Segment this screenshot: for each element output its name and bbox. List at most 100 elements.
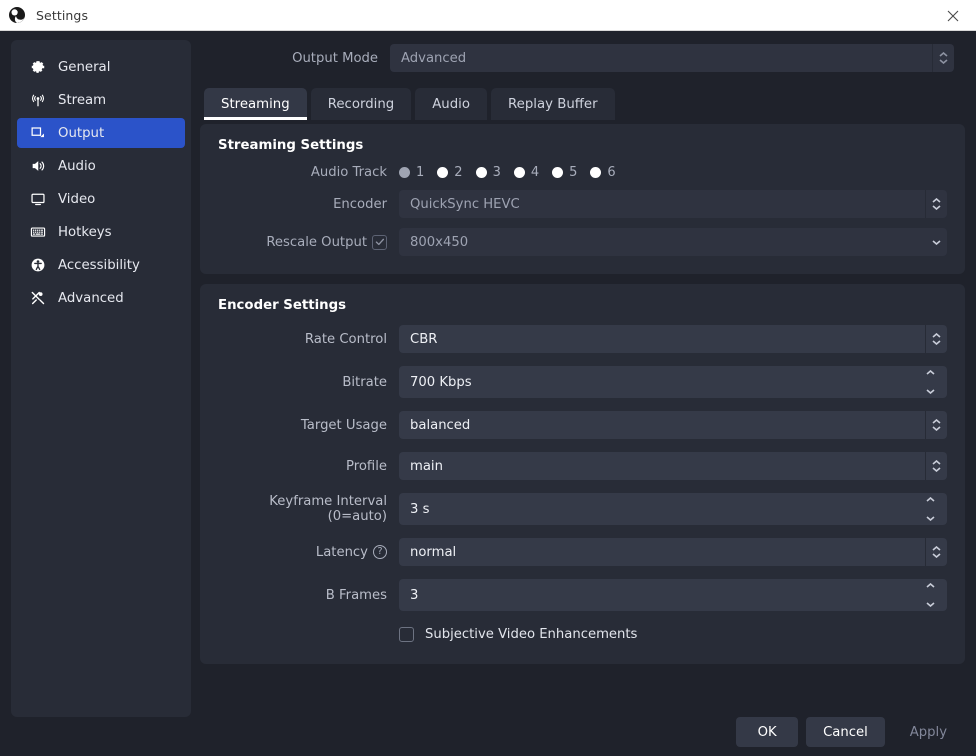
rate-control-select[interactable]: CBR bbox=[399, 325, 947, 353]
sidebar-item-label: Accessibility bbox=[58, 257, 140, 273]
output-tabs: Streaming Recording Audio Replay Buffer bbox=[200, 88, 965, 120]
tab-recording[interactable]: Recording bbox=[310, 88, 412, 120]
audio-track-radio-group: 1 2 3 4 5 6 bbox=[399, 165, 629, 180]
apply-button[interactable]: Apply bbox=[893, 717, 964, 747]
encoder-settings-panel: Encoder Settings Rate Control CBR Bitrat… bbox=[200, 284, 965, 664]
audio-track-option-3[interactable]: 3 bbox=[475, 165, 501, 180]
sidebar-item-label: General bbox=[58, 59, 111, 75]
window-title: Settings bbox=[36, 7, 89, 23]
b-frames-spinbox[interactable]: 3 bbox=[399, 579, 947, 611]
rescale-output-text: Rescale Output bbox=[266, 234, 367, 250]
radio-label: 2 bbox=[454, 165, 463, 180]
latency-select[interactable]: normal bbox=[399, 538, 947, 566]
tab-label: Replay Buffer bbox=[508, 96, 598, 112]
b-frames-label: B Frames bbox=[325, 587, 387, 603]
close-icon[interactable] bbox=[930, 0, 976, 31]
latency-label: Latency ? bbox=[209, 545, 399, 560]
spinner-arrows-icon[interactable] bbox=[926, 493, 940, 525]
keyframe-interval-value: 3 s bbox=[410, 501, 430, 517]
sidebar-item-accessibility[interactable]: Accessibility bbox=[17, 250, 185, 280]
streaming-settings-title: Streaming Settings bbox=[218, 138, 364, 153]
profile-select[interactable]: main bbox=[399, 452, 947, 480]
latency-text: Latency bbox=[315, 544, 368, 560]
spinner-arrows-icon[interactable] bbox=[926, 579, 940, 611]
rescale-output-checkbox[interactable] bbox=[372, 234, 387, 250]
radio-icon bbox=[552, 167, 564, 178]
updown-chevron-icon[interactable] bbox=[925, 411, 947, 439]
rescale-output-row: Rescale Output 800x450 bbox=[209, 228, 947, 256]
radio-label: 4 bbox=[530, 165, 540, 180]
target-usage-select[interactable]: balanced bbox=[399, 411, 947, 439]
updown-chevron-icon[interactable] bbox=[925, 452, 947, 480]
encoder-select[interactable]: QuickSync HEVC bbox=[399, 190, 947, 218]
subjective-enhancements-row: Subjective Video Enhancements bbox=[209, 627, 947, 642]
sidebar-item-advanced[interactable]: Advanced bbox=[17, 283, 185, 313]
latency-row: Latency ? normal bbox=[209, 538, 947, 566]
speaker-icon bbox=[29, 157, 47, 175]
audio-track-option-5[interactable]: 5 bbox=[552, 165, 577, 180]
b-frames-value: 3 bbox=[410, 587, 419, 603]
updown-chevron-icon[interactable] bbox=[925, 325, 947, 353]
audio-track-row: Audio Track 1 2 3 4 5 6 bbox=[209, 165, 947, 180]
b-frames-row: B Frames 3 bbox=[209, 579, 947, 611]
cancel-button[interactable]: Cancel bbox=[806, 717, 885, 747]
help-circle-icon[interactable]: ? bbox=[373, 545, 387, 559]
sidebar-item-audio[interactable]: Audio bbox=[17, 151, 185, 181]
keyframe-interval-spinbox[interactable]: 3 s bbox=[399, 493, 947, 525]
bitrate-spinbox[interactable]: 700 Kbps bbox=[399, 366, 947, 398]
tab-replay-buffer[interactable]: Replay Buffer bbox=[491, 88, 615, 120]
sidebar-item-hotkeys[interactable]: Hotkeys bbox=[17, 217, 185, 247]
rescale-output-label: Rescale Output bbox=[209, 234, 399, 250]
subjective-enhancements-control[interactable]: Subjective Video Enhancements bbox=[399, 627, 637, 642]
radio-icon bbox=[399, 167, 410, 178]
accessibility-icon bbox=[29, 256, 47, 274]
radio-icon bbox=[475, 167, 487, 178]
audio-track-option-4[interactable]: 4 bbox=[513, 165, 540, 180]
sidebar-item-label: Stream bbox=[58, 92, 107, 108]
sidebar-item-output[interactable]: Output bbox=[17, 118, 185, 148]
profile-label: Profile bbox=[345, 458, 387, 474]
output-screen-icon bbox=[29, 124, 47, 142]
sidebar-item-video[interactable]: Video bbox=[17, 184, 185, 214]
sidebar-item-label: Hotkeys bbox=[58, 224, 112, 240]
profile-value: main bbox=[410, 458, 443, 474]
encoder-settings-title: Encoder Settings bbox=[218, 298, 347, 313]
output-mode-label: Output Mode bbox=[292, 50, 378, 66]
subjective-enhancements-checkbox[interactable] bbox=[399, 627, 414, 642]
tab-audio[interactable]: Audio bbox=[415, 88, 487, 120]
profile-row: Profile main bbox=[209, 452, 947, 480]
bitrate-row: Bitrate 700 Kbps bbox=[209, 366, 947, 398]
bitrate-value: 700 Kbps bbox=[410, 374, 472, 390]
updown-chevron-icon[interactable] bbox=[925, 190, 947, 218]
keyframe-interval-label: Keyframe Interval (0=auto) bbox=[269, 494, 387, 524]
latency-value: normal bbox=[410, 544, 457, 560]
rescale-output-select[interactable]: 800x450 bbox=[399, 228, 947, 256]
tab-streaming[interactable]: Streaming bbox=[204, 88, 307, 120]
spinner-arrows-icon[interactable] bbox=[926, 366, 940, 398]
audio-track-option-1[interactable]: 1 bbox=[399, 165, 424, 180]
tools-icon bbox=[29, 289, 47, 307]
updown-chevron-icon[interactable] bbox=[925, 538, 947, 566]
ok-button[interactable]: OK bbox=[736, 717, 799, 747]
updown-chevron-icon[interactable] bbox=[932, 44, 954, 72]
sidebar-item-label: Video bbox=[58, 191, 96, 207]
chevron-down-icon[interactable] bbox=[925, 228, 947, 256]
rate-control-row: Rate Control CBR bbox=[209, 325, 947, 353]
sidebar-item-general[interactable]: General bbox=[17, 52, 185, 82]
output-mode-select[interactable]: Advanced bbox=[390, 44, 954, 72]
radio-label: 1 bbox=[416, 165, 425, 180]
keyboard-icon bbox=[29, 223, 47, 241]
dialog-button-bar: OK Cancel Apply bbox=[736, 717, 964, 747]
radio-icon bbox=[590, 167, 602, 178]
audio-track-option-2[interactable]: 2 bbox=[437, 165, 463, 180]
sidebar-item-stream[interactable]: Stream bbox=[17, 85, 185, 115]
audio-track-label: Audio Track bbox=[310, 165, 387, 180]
sidebar-item-label: Advanced bbox=[58, 290, 124, 306]
settings-sidebar: General Stream Output Audio Video Hotkey… bbox=[11, 40, 191, 717]
rescale-output-value: 800x450 bbox=[410, 234, 469, 250]
audio-track-option-6[interactable]: 6 bbox=[590, 165, 616, 180]
radio-icon bbox=[513, 167, 525, 178]
broadcast-icon bbox=[29, 91, 47, 109]
obs-logo-icon bbox=[8, 6, 26, 24]
radio-label: 5 bbox=[569, 165, 578, 180]
